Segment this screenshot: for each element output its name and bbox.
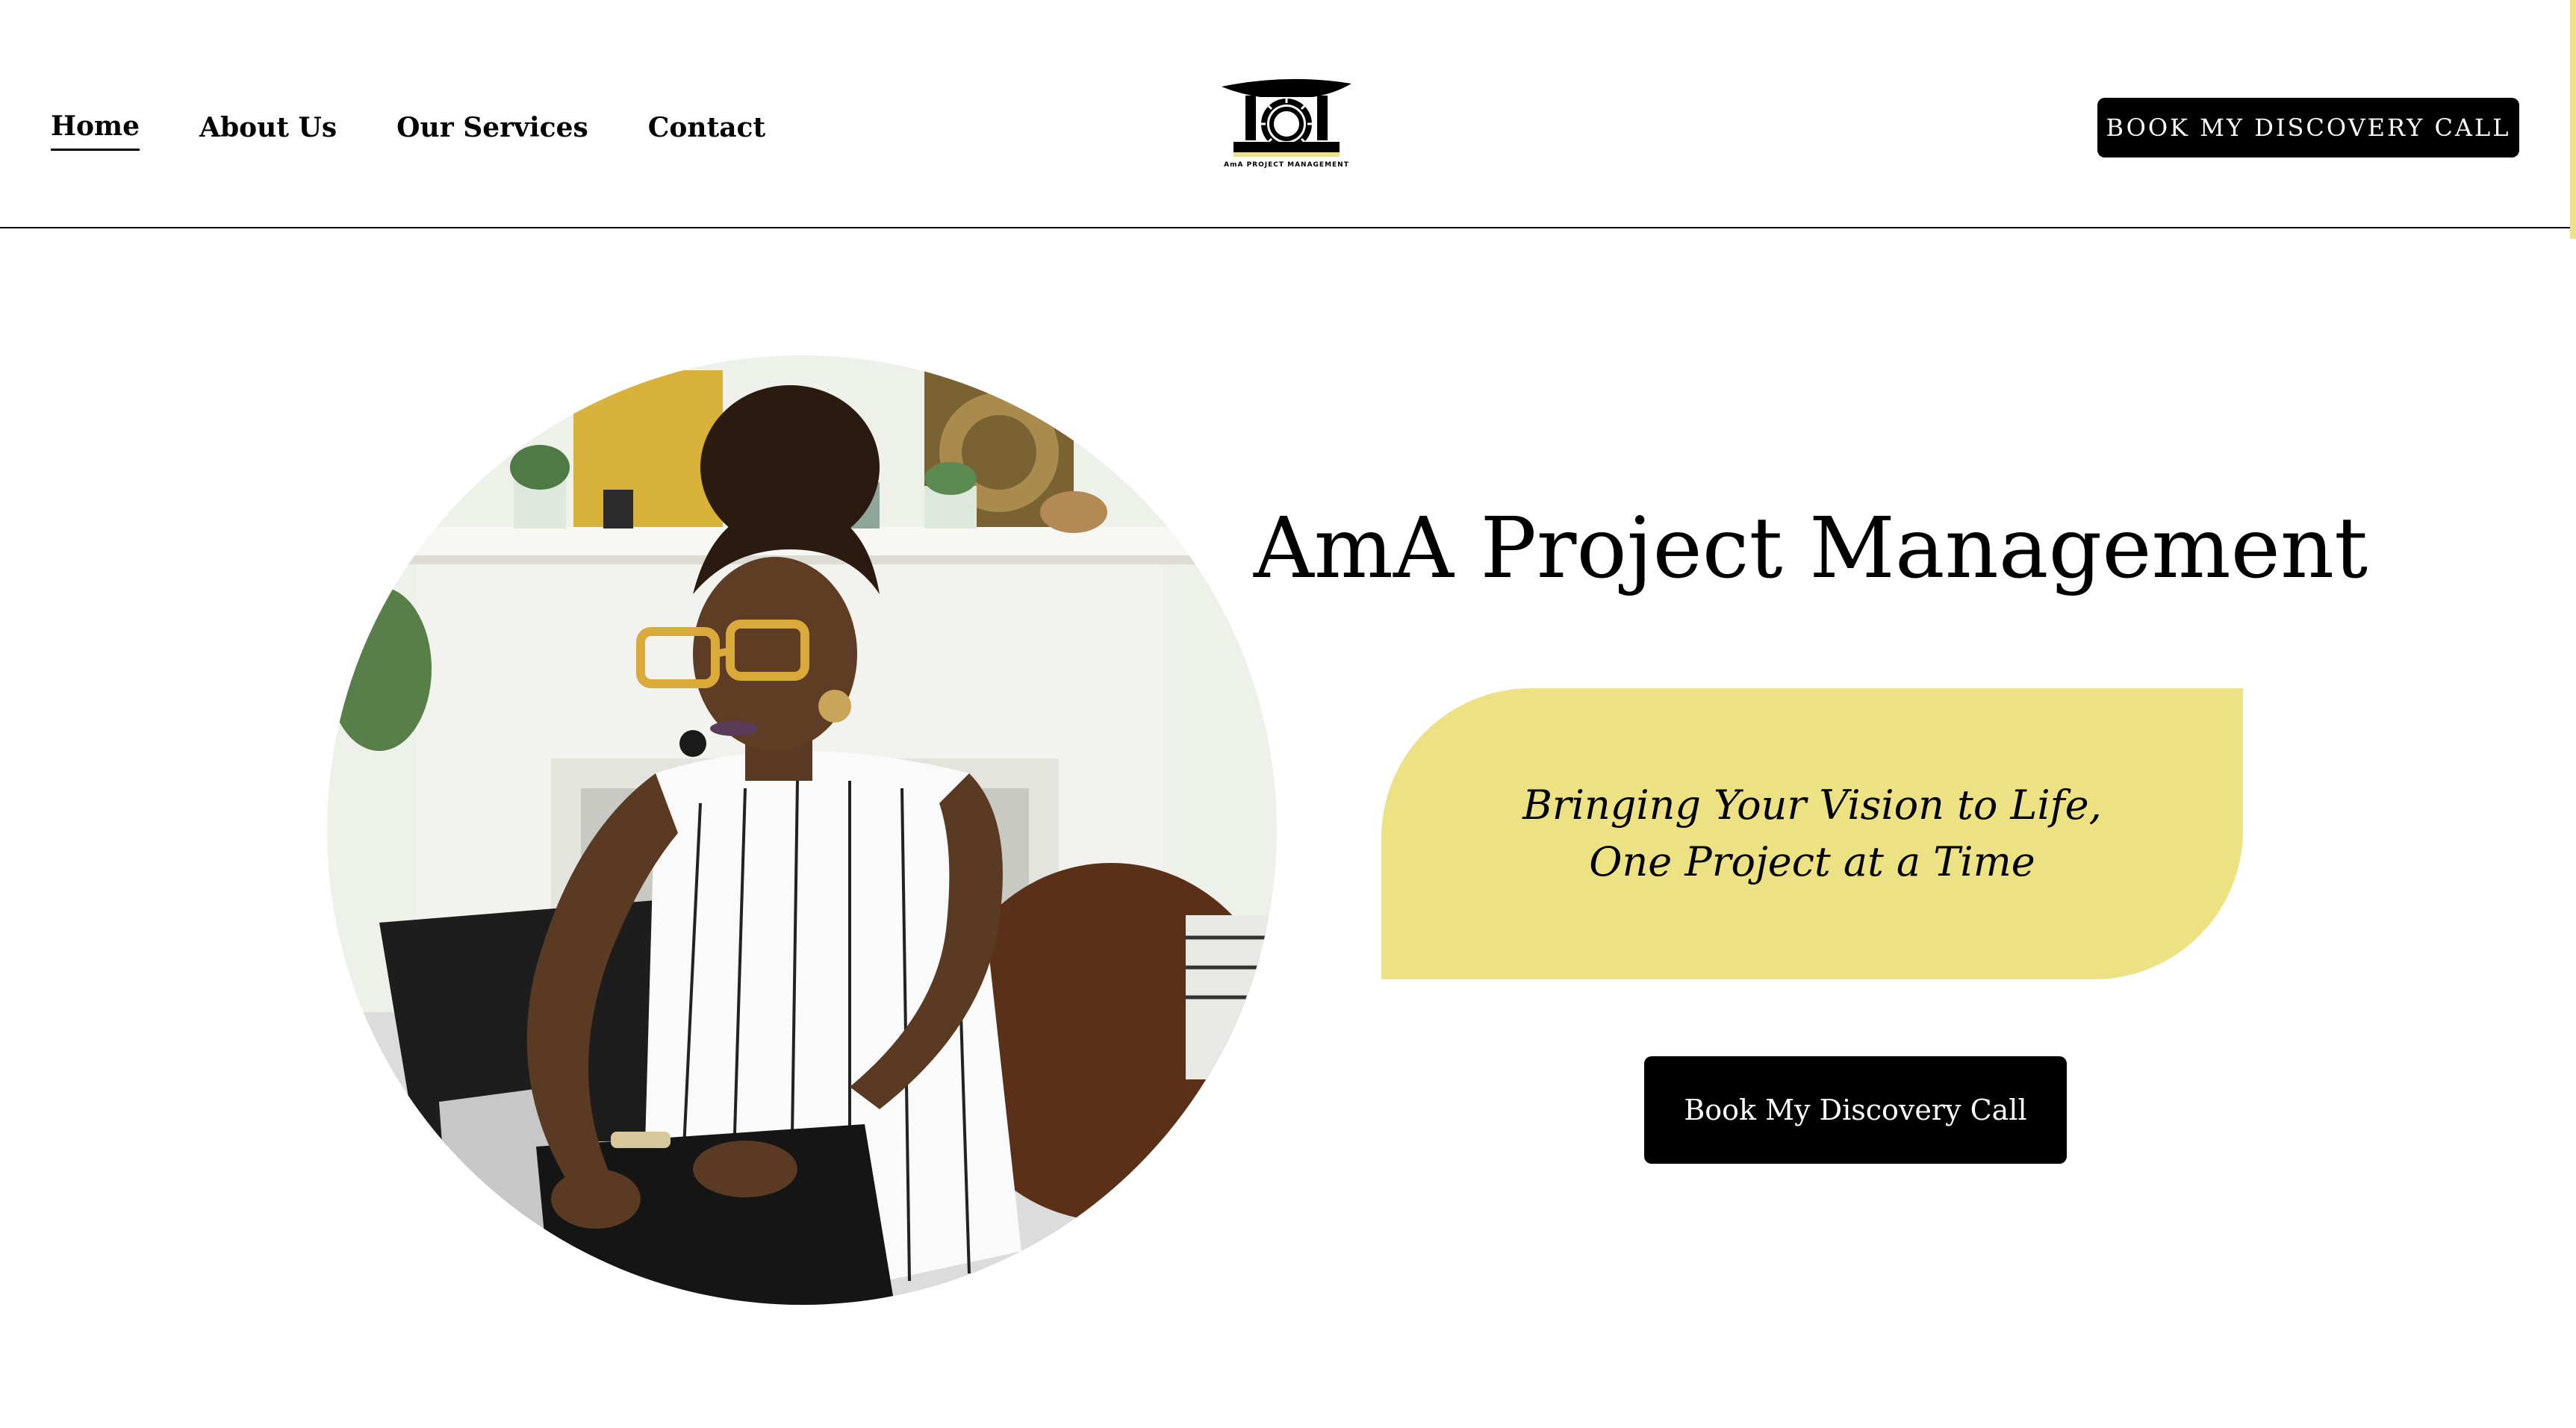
hero-portrait-image [327,355,1277,1305]
portrait-illustration [327,355,1277,1305]
nav-services-link[interactable]: Our Services [396,110,588,150]
edge-accent-bar [2570,0,2576,239]
tagline-box: Bringing Your Vision to Life, One Projec… [1381,688,2243,979]
site-logo[interactable]: AmA PROJECT MANAGEMENT [1216,78,1357,175]
hero-book-call-button[interactable]: Book My Discovery Call [1644,1056,2067,1164]
hero-title: AmA Project Management [1253,500,2368,597]
logo-text: AmA PROJECT MANAGEMENT [1224,161,1349,169]
header-book-call-button[interactable]: BOOK MY DISCOVERY CALL [2097,98,2519,158]
nav-home-link[interactable]: Home [51,108,140,151]
logo-emblem-icon [1222,78,1351,157]
tagline-text: Bringing Your Vision to Life, One Projec… [1522,782,2102,885]
nav-about-link[interactable]: About Us [199,110,337,150]
nav-contact-link[interactable]: Contact [648,110,765,150]
main-nav: Home About Us Our Services Contact [51,108,765,151]
site-header: Home About Us Our Services Contact AmA P… [0,0,2576,228]
